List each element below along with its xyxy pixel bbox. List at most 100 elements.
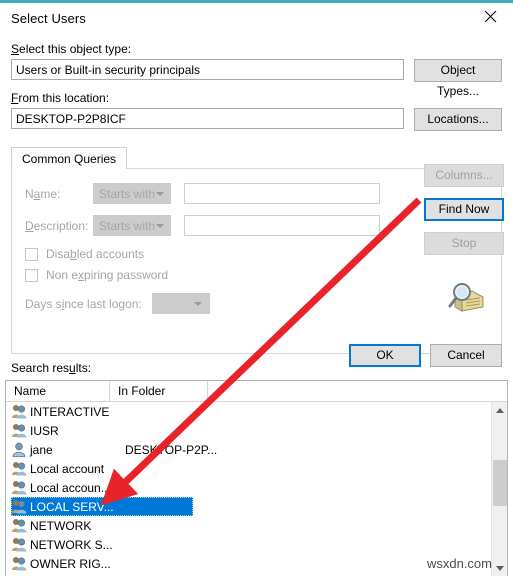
row-name: IUSR: [30, 423, 59, 438]
description-condition-value: Starts with: [99, 219, 156, 233]
list-body: INTERACTIVE IUSR jane DESKTOP-P2P... Local a…: [6, 402, 507, 576]
location-field[interactable]: DESKTOP-P2P8ICF: [11, 108, 404, 129]
non-expiring-password-checkbox[interactable]: [25, 268, 38, 282]
table-row[interactable]: NETWORK: [6, 516, 507, 535]
object-type-row: Users or Built-in security principals Ob…: [11, 59, 502, 98]
days-since-logon-select[interactable]: [151, 293, 210, 314]
row-name: INTERACTIVE: [30, 404, 110, 419]
table-row[interactable]: Local account: [6, 459, 507, 478]
query-actions: Columns... Find Now Stop: [424, 164, 504, 317]
row-selection-area: NETWORK S...: [11, 535, 193, 554]
watermark: wsxdn.com: [426, 556, 492, 571]
find-now-button[interactable]: Find Now: [424, 198, 504, 221]
search-results-list[interactable]: Name In Folder INTERACTIVE IUSR jane DESKTO…: [5, 380, 508, 576]
columns-button[interactable]: Columns...: [424, 164, 504, 187]
object-type-label: Select this object type:: [11, 42, 132, 56]
description-label: Description:: [25, 218, 89, 233]
close-icon: [484, 10, 497, 23]
table-row[interactable]: jane DESKTOP-P2P...: [6, 440, 507, 459]
row-name: Local accoun...: [30, 480, 111, 495]
window-title: Select Users: [11, 10, 86, 26]
chevron-down-icon: [156, 192, 164, 196]
user-icon: [11, 442, 30, 458]
stop-button[interactable]: Stop: [424, 232, 504, 255]
select-users-dialog: Select Users Select this object type: Us…: [0, 0, 513, 577]
location-label: From this location:: [11, 91, 110, 105]
magnifier-folder-icon: [448, 283, 484, 312]
group-icon: [11, 461, 30, 477]
row-selection-area: NETWORK: [11, 516, 193, 535]
description-condition-select[interactable]: Starts with: [93, 215, 171, 236]
name-condition-value: Starts with: [99, 187, 156, 201]
group-icon: [12, 500, 27, 514]
close-button[interactable]: [468, 0, 513, 33]
ok-button[interactable]: OK: [349, 344, 421, 367]
group-icon: [11, 499, 30, 515]
locations-button[interactable]: Locations...: [414, 108, 502, 131]
search-results-label: Search results:: [11, 361, 92, 375]
chevron-down-icon: [496, 566, 504, 571]
row-selection-area: INTERACTIVE: [11, 402, 193, 421]
description-input[interactable]: [184, 215, 380, 236]
row-name: LOCAL SERV...: [30, 499, 114, 514]
column-header-name[interactable]: Name: [6, 381, 110, 401]
group-icon: [12, 538, 27, 552]
location-label-text: rom this location:: [18, 91, 110, 105]
row-selection-area: OWNER RIG...: [11, 554, 193, 573]
name-input[interactable]: [184, 183, 380, 204]
column-header-blank[interactable]: [208, 381, 507, 401]
object-types-button[interactable]: Object Types...: [414, 59, 502, 98]
chevron-down-icon: [156, 224, 164, 228]
title-bar: Select Users: [0, 3, 513, 33]
group-icon: [11, 480, 30, 496]
group-icon: [11, 575, 27, 576]
name-query-row: Name: Starts with: [25, 183, 488, 204]
tab-common-queries[interactable]: Common Queries: [11, 147, 128, 169]
dialog-buttons: OK Cancel: [349, 344, 502, 367]
row-selection-area: REMOTE INT...: [11, 573, 193, 577]
table-row[interactable]: REMOTE INT...: [6, 573, 507, 577]
row-name: Local account: [30, 461, 105, 476]
row-folder: DESKTOP-P2P...: [125, 442, 218, 457]
group-icon: [11, 556, 30, 572]
group-icon: [12, 424, 27, 438]
group-icon: [11, 423, 30, 439]
disabled-accounts-row: Disabled accounts: [25, 247, 488, 261]
disabled-accounts-checkbox[interactable]: [25, 247, 38, 261]
list-scrollbar[interactable]: [491, 402, 507, 576]
user-icon: [12, 442, 26, 457]
object-type-field[interactable]: Users or Built-in security principals: [11, 59, 404, 80]
group-icon: [12, 462, 27, 476]
table-row[interactable]: IUSR: [6, 421, 507, 440]
row-selection-area: Local accoun...: [11, 478, 193, 497]
days-since-logon-row: Days since last logon:: [25, 293, 488, 314]
row-name: NETWORK: [30, 518, 92, 533]
days-since-logon-label: Days since last logon:: [25, 296, 142, 311]
row-name: jane: [30, 442, 53, 457]
group-icon: [11, 537, 30, 553]
group-icon: [12, 519, 27, 533]
name-label: Name:: [25, 186, 61, 201]
row-selection-area: IUSR: [11, 421, 193, 440]
location-row: DESKTOP-P2P8ICF Locations...: [11, 108, 502, 131]
cancel-button[interactable]: Cancel: [430, 344, 502, 367]
object-type-label-text: elect this object type:: [19, 42, 132, 56]
chevron-up-icon: [496, 408, 504, 413]
row-selection-area: LOCAL SERV...: [11, 497, 193, 516]
chevron-down-icon: [193, 302, 202, 306]
name-condition-select[interactable]: Starts with: [93, 183, 171, 204]
scroll-down-button[interactable]: [492, 560, 507, 576]
non-expiring-password-label: Non expiring password: [46, 268, 169, 282]
table-row[interactable]: INTERACTIVE: [6, 402, 507, 421]
table-row[interactable]: Local accoun...: [6, 478, 507, 497]
column-header-in-folder[interactable]: In Folder: [110, 381, 208, 401]
group-icon: [12, 557, 27, 571]
list-header: Name In Folder: [6, 381, 507, 402]
group-icon: [11, 404, 30, 420]
table-row[interactable]: NETWORK S...: [6, 535, 507, 554]
scroll-up-button[interactable]: [492, 402, 507, 419]
row-name: NETWORK S...: [30, 537, 113, 552]
scrollbar-thumb[interactable]: [493, 460, 507, 506]
group-icon: [11, 518, 30, 534]
table-row[interactable]: LOCAL SERV...: [6, 497, 507, 516]
